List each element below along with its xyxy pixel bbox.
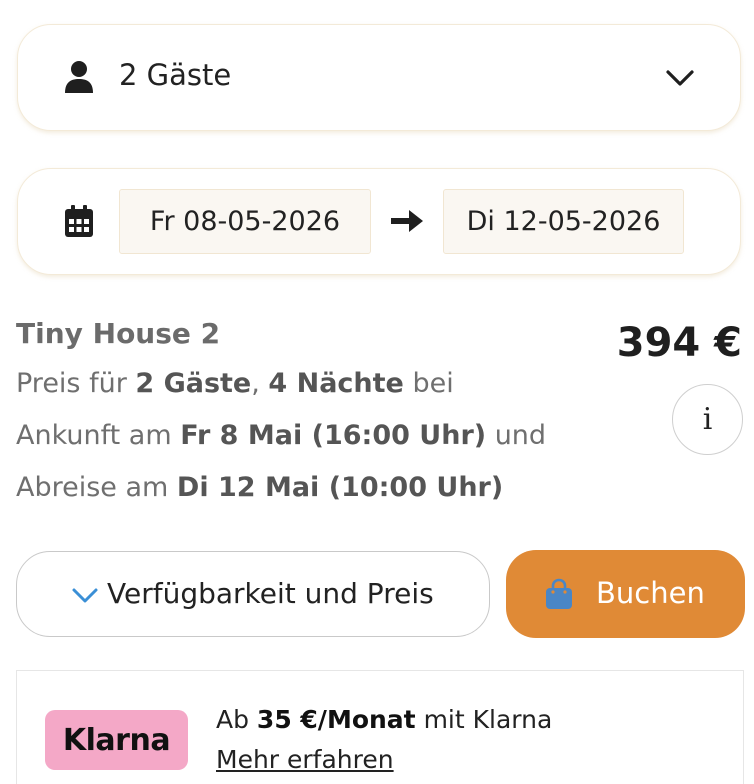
chevron-down-icon — [72, 588, 98, 603]
klarna-learn-more-link[interactable]: Mehr erfahren — [216, 745, 394, 774]
calendar-icon — [65, 205, 93, 237]
klarna-panel: Klarna Ab 35 €/Monat mit Klarna Mehr erf… — [16, 670, 744, 784]
chevron-down-icon[interactable] — [664, 66, 696, 90]
bag-icon — [546, 578, 572, 609]
availability-button[interactable]: Verfügbarkeit und Preis — [16, 551, 490, 637]
price-description-line-1: Preis für 2 Gäste, 4 Nächte bei — [16, 368, 454, 399]
guests-label: 2 Gäste — [119, 58, 232, 92]
info-icon: i — [702, 402, 713, 437]
klarna-installment-text: Ab 35 €/Monat mit Klarna — [216, 705, 553, 734]
arrival-line: Ankunft am Fr 8 Mai (16:00 Uhr) und — [16, 420, 547, 451]
availability-label: Verfügbarkeit und Preis — [107, 577, 434, 610]
date-to-field[interactable]: Di 12-05-2026 — [443, 189, 684, 254]
info-button[interactable]: i — [672, 384, 743, 455]
date-from-field[interactable]: Fr 08-05-2026 — [119, 189, 371, 254]
departure-line: Abreise am Di 12 Mai (10:00 Uhr) — [16, 472, 504, 503]
listing-title: Tiny House 2 — [16, 317, 221, 350]
book-label: Buchen — [596, 576, 705, 610]
listing-price: 394 € — [616, 320, 742, 366]
person-icon — [65, 61, 93, 93]
klarna-logo: Klarna — [45, 710, 188, 770]
book-button[interactable]: Buchen — [506, 550, 745, 638]
arrow-right-icon — [391, 210, 423, 232]
